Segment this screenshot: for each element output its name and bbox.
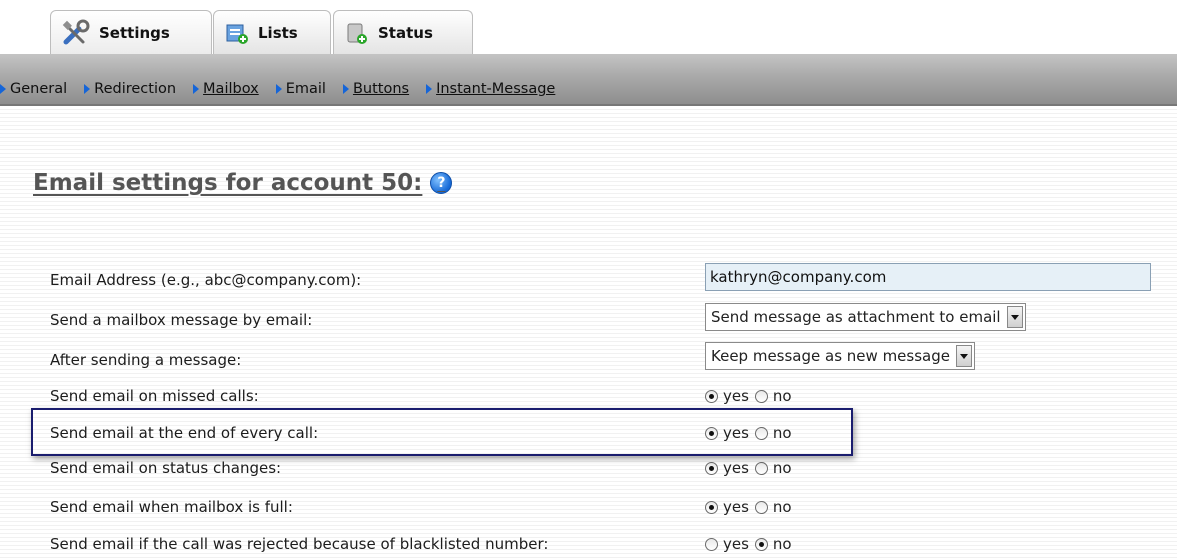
mailbox-full-label-text: Send email when mailbox is full:: [50, 498, 293, 516]
send-mailbox-label-text: Send a mailbox message by email:: [50, 311, 313, 329]
blacklisted-yes-radio[interactable]: [705, 537, 718, 551]
subnav-redirection[interactable]: Redirection: [84, 81, 176, 97]
settings-content: Email settings for account 50: ? Email A…: [0, 106, 1177, 558]
tab-settings[interactable]: Settings: [50, 10, 212, 54]
tab-lists-label: Lists: [258, 23, 298, 42]
arrow-right-icon: [193, 84, 200, 94]
help-icon[interactable]: ?: [430, 172, 453, 194]
blacklisted-no-radio[interactable]: [754, 537, 768, 551]
status-changes-yes-radio[interactable]: [705, 461, 718, 475]
subnav-buttons[interactable]: Buttons: [342, 81, 410, 97]
status-icon: [347, 23, 367, 44]
missed-calls-label: Send email on missed calls:: [50, 384, 259, 408]
send-mailbox-label: Send a mailbox message by email:: [50, 308, 312, 332]
after-sending-selected: Keep message as new message: [711, 347, 950, 365]
highlight-box: [31, 408, 853, 456]
subnav-instant-message[interactable]: Instant-Message: [426, 81, 555, 97]
yes-label: yes: [723, 459, 749, 477]
missed-calls-no-radio[interactable]: [754, 389, 768, 403]
status-changes-label-text: Send email on status changes:: [50, 459, 282, 477]
page-title: Email settings for account 50: ?: [33, 170, 453, 196]
subnav-mailbox[interactable]: Mailbox: [193, 81, 259, 97]
subnav-redirection-label: Redirection: [94, 81, 177, 97]
send-mailbox-selected: Send message as attachment to email: [711, 308, 1001, 326]
subnav-buttons-label: Buttons: [352, 81, 410, 97]
email-address-label-text: Email Address (e.g., abc@company.com):: [50, 271, 362, 289]
no-label: no: [772, 535, 792, 553]
sub-navigation: General Redirection Mailbox Email Button…: [0, 54, 1177, 106]
arrow-right-icon: [84, 84, 91, 94]
chevron-down-icon[interactable]: [1006, 306, 1023, 328]
missed-calls-radio-group: yes no: [705, 383, 798, 409]
after-sending-select[interactable]: Keep message as new message: [705, 342, 975, 370]
subnav-general[interactable]: General: [0, 81, 67, 97]
tab-lists[interactable]: Lists: [213, 10, 331, 54]
blacklisted-label-text: Send email if the call was rejected beca…: [50, 535, 549, 553]
page-title-text: Email settings for account 50:: [33, 170, 423, 196]
blacklisted-label: Send email if the call was rejected beca…: [50, 532, 548, 556]
yes-label: yes: [723, 387, 749, 405]
no-label: no: [772, 459, 792, 477]
email-address-field[interactable]: [705, 263, 1151, 291]
after-sending-label: After sending a message:: [50, 348, 241, 372]
status-changes-label: Send email on status changes:: [50, 456, 281, 480]
mailbox-full-radio-group: yes no: [705, 494, 798, 520]
arrow-right-icon: [426, 84, 433, 94]
settings-tools-icon: [62, 19, 90, 44]
after-sending-label-text: After sending a message:: [50, 351, 242, 369]
mailbox-full-no-radio[interactable]: [754, 500, 768, 514]
no-label: no: [772, 387, 792, 405]
missed-calls-label-text: Send email on missed calls:: [50, 387, 259, 405]
send-mailbox-select[interactable]: Send message as attachment to email: [705, 303, 1026, 331]
arrow-right-icon: [342, 84, 349, 94]
yes-label: yes: [723, 498, 749, 516]
lists-icon: [226, 24, 248, 44]
subnav-email[interactable]: Email: [275, 81, 326, 97]
mailbox-full-yes-radio[interactable]: [705, 500, 718, 514]
mailbox-full-label: Send email when mailbox is full:: [50, 495, 293, 519]
arrow-right-icon: [0, 84, 6, 94]
subnav-instant-message-label: Instant-Message: [436, 81, 556, 97]
tab-status[interactable]: Status: [333, 10, 473, 54]
status-changes-radio-group: yes no: [705, 455, 798, 481]
tab-settings-label: Settings: [99, 23, 170, 42]
yes-label: yes: [723, 535, 749, 553]
tab-bar: Settings Lists Status: [0, 0, 1177, 54]
subnav-email-label: Email: [285, 81, 326, 97]
tab-status-label: Status: [378, 23, 433, 42]
no-label: no: [772, 498, 792, 516]
chevron-down-icon[interactable]: [955, 345, 972, 367]
email-address-label: Email Address (e.g., abc@company.com):: [50, 268, 361, 292]
arrow-right-icon: [275, 84, 282, 94]
status-changes-no-radio[interactable]: [754, 461, 768, 475]
blacklisted-radio-group: yes no: [705, 531, 798, 557]
missed-calls-yes-radio[interactable]: [705, 389, 718, 403]
subnav-general-label: General: [10, 81, 68, 97]
subnav-mailbox-label: Mailbox: [203, 81, 259, 97]
